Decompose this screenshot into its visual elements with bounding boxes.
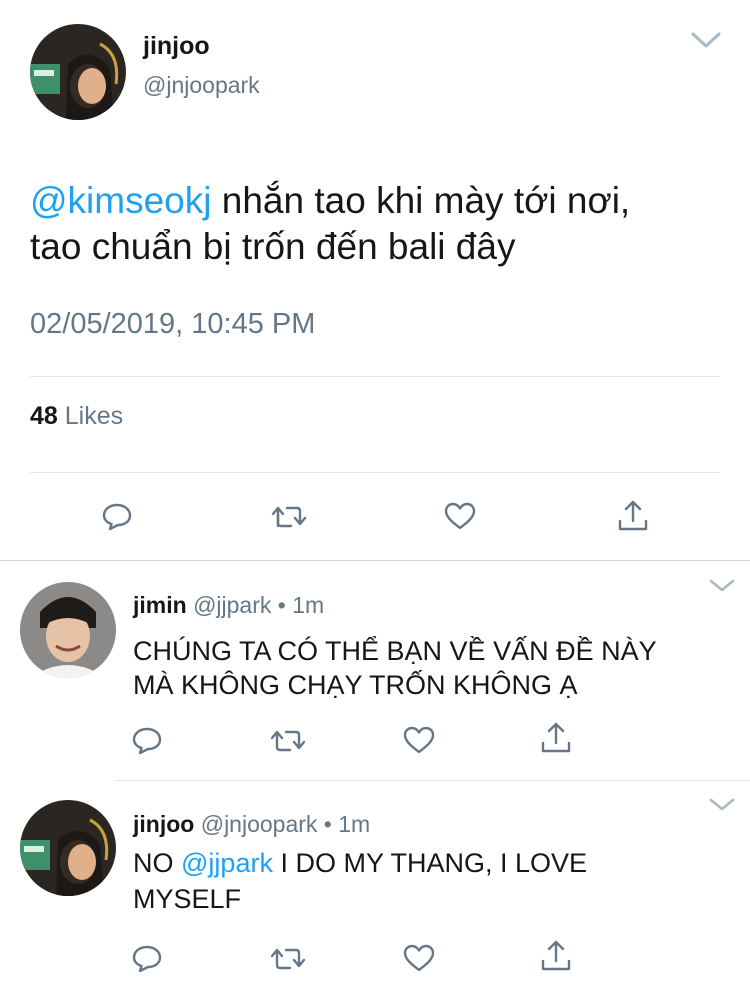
text-part: NO bbox=[133, 848, 182, 878]
speech-bubble-icon bbox=[132, 945, 162, 973]
separator: • bbox=[317, 811, 339, 837]
share-icon bbox=[541, 722, 571, 753]
avatar[interactable] bbox=[20, 582, 116, 678]
heart-icon bbox=[444, 502, 476, 530]
reply-text-line-1: CHÚNG TA CÓ THỂ BẠN VỀ VẤN ĐỀ NÀY bbox=[133, 636, 657, 666]
share-button[interactable] bbox=[613, 496, 653, 536]
retweet-button[interactable] bbox=[269, 496, 309, 536]
likes-label: Likes bbox=[57, 402, 124, 430]
mention-link[interactable]: @jjpark bbox=[181, 848, 273, 878]
divider bbox=[30, 376, 720, 377]
display-name[interactable]: jinjoo bbox=[143, 32, 210, 61]
timestamp: 1m bbox=[292, 592, 325, 618]
likes-count: 48 bbox=[30, 402, 58, 430]
heart-icon bbox=[403, 726, 435, 754]
reply-header: jinjoo @jnjoopark • 1m bbox=[133, 811, 370, 838]
chevron-down-icon[interactable] bbox=[690, 30, 722, 55]
reply-text: CHÚNG TA CÓ THỂ BẠN VỀ VẤN ĐỀ NÀY MÀ KHÔ… bbox=[133, 634, 657, 702]
reply-text: NO @jjpark I DO MY THANG, I LOVE MYSELF bbox=[133, 845, 587, 917]
display-name[interactable]: jimin bbox=[133, 592, 187, 618]
avatar[interactable] bbox=[20, 800, 116, 896]
speech-bubble-icon bbox=[132, 727, 162, 755]
reply-text-line-2: MYSELF bbox=[133, 884, 242, 914]
share-button[interactable] bbox=[536, 718, 576, 758]
share-icon bbox=[618, 500, 648, 531]
divider bbox=[115, 780, 750, 781]
tweet-text: @kimseokj nhắn tao khi mày tới nơi, tao … bbox=[30, 178, 730, 270]
reply-button[interactable] bbox=[127, 938, 167, 978]
handle[interactable]: @jnjoopark bbox=[143, 72, 260, 99]
share-button[interactable] bbox=[536, 936, 576, 976]
handle[interactable]: @jnjoopark bbox=[201, 811, 318, 837]
reply-text-line-2: MÀ KHÔNG CHẠY TRỐN KHÔNG Ạ bbox=[133, 670, 578, 700]
tweet-text-part: nhắn tao khi mày tới nơi, bbox=[211, 180, 631, 221]
timestamp: 02/05/2019, 10:45 PM bbox=[30, 308, 316, 340]
tweet-text-line-2: tao chuẩn bị trốn đến bali đây bbox=[30, 226, 516, 267]
retweet-button[interactable] bbox=[268, 938, 308, 978]
avatar[interactable] bbox=[30, 24, 126, 120]
separator: • bbox=[271, 592, 293, 618]
reply-header: jimin @jjpark • 1m bbox=[133, 592, 324, 619]
retweet-icon bbox=[270, 730, 306, 752]
retweet-button[interactable] bbox=[268, 720, 308, 760]
like-button[interactable] bbox=[399, 720, 439, 760]
text-part: I DO MY THANG, I LOVE bbox=[272, 848, 588, 878]
divider bbox=[30, 472, 720, 473]
likes-stat[interactable]: 48 Likes bbox=[30, 402, 123, 431]
timestamp: 1m bbox=[338, 811, 371, 837]
like-button[interactable] bbox=[440, 496, 480, 536]
heart-icon bbox=[403, 944, 435, 972]
display-name[interactable]: jinjoo bbox=[133, 811, 194, 837]
retweet-icon bbox=[271, 506, 307, 528]
share-icon bbox=[541, 940, 571, 971]
retweet-icon bbox=[270, 948, 306, 970]
chevron-down-icon[interactable] bbox=[708, 797, 736, 818]
section-divider bbox=[0, 560, 750, 561]
reply-button[interactable] bbox=[127, 720, 167, 760]
reply-text-line-1: NO @jjpark I DO MY THANG, I LOVE bbox=[133, 845, 587, 881]
like-button[interactable] bbox=[399, 938, 439, 978]
tweet-text-line-1: @kimseokj nhắn tao khi mày tới nơi, bbox=[30, 178, 730, 224]
speech-bubble-icon bbox=[102, 503, 132, 531]
chevron-down-icon[interactable] bbox=[708, 578, 736, 599]
reply-button[interactable] bbox=[97, 496, 137, 536]
handle[interactable]: @jjpark bbox=[193, 592, 271, 618]
mention-link[interactable]: @kimseokj bbox=[30, 180, 211, 221]
